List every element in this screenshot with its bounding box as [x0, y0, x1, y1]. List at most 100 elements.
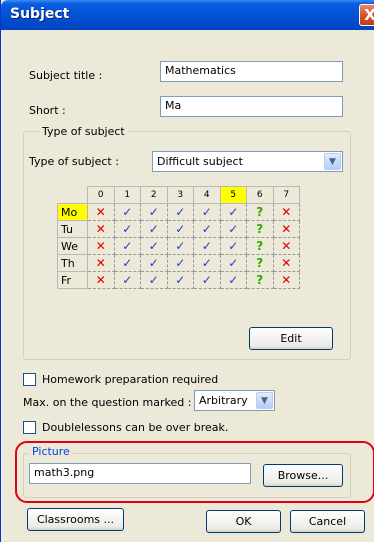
timetable-cell[interactable]: ✓: [140, 203, 168, 221]
cross-icon: ✕: [95, 222, 106, 236]
picture-filename-input[interactable]: math3.png: [29, 463, 251, 484]
check-icon: ✓: [228, 205, 239, 219]
timetable-cell[interactable]: ✓: [140, 220, 168, 238]
timetable-cell[interactable]: ✓: [166, 203, 194, 221]
timetable-cell[interactable]: ✓: [193, 271, 221, 289]
doublelessons-checkbox[interactable]: [23, 421, 36, 434]
homework-label: Homework preparation required: [42, 373, 219, 386]
short-input[interactable]: Ma: [160, 96, 343, 117]
timetable-cell[interactable]: ✓: [140, 254, 168, 272]
check-icon: ✓: [148, 222, 159, 236]
check-icon: ✓: [122, 256, 133, 270]
subject-title-input[interactable]: Mathematics: [160, 61, 343, 82]
timetable-cell[interactable]: ✓: [166, 254, 194, 272]
timetable-cell[interactable]: ✕: [87, 203, 115, 221]
check-icon: ✓: [148, 273, 159, 287]
cross-icon: ✕: [95, 273, 106, 287]
type-of-subject-select[interactable]: Difficult subject ▼: [152, 151, 343, 172]
timetable-cell[interactable]: ?: [246, 220, 274, 238]
homework-checkbox[interactable]: [23, 373, 36, 386]
timetable-cell[interactable]: ✓: [219, 203, 247, 221]
timetable-cell[interactable]: ✓: [140, 237, 168, 255]
check-icon: ✓: [201, 273, 212, 287]
timetable-cell[interactable]: ✓: [219, 220, 247, 238]
timetable-cell[interactable]: ✓: [193, 203, 221, 221]
check-icon: ✓: [201, 256, 212, 270]
period-header: 1: [113, 186, 141, 204]
type-of-subject-value: Difficult subject: [157, 155, 243, 168]
cross-icon: ✕: [281, 239, 292, 253]
timetable-cell[interactable]: ✓: [193, 254, 221, 272]
timetable-cell[interactable]: ✓: [113, 203, 141, 221]
grid-corner: [58, 187, 88, 204]
check-icon: ✓: [148, 256, 159, 270]
timetable-cell[interactable]: ✓: [166, 237, 194, 255]
period-header: 3: [166, 186, 194, 204]
timetable-cell[interactable]: ✓: [219, 271, 247, 289]
check-icon: ✓: [122, 222, 133, 236]
timetable-grid: 0 1 2 3 4 5 6 7 Mo ✕ ✓ ✓ ✓ ✓ ✓? ✕ Tu ✕ ✓ ✓ ✓ ✓ ✓? ✕ We ✕ ✓ ✓ ✓ ✓ ✓? ✕ Th…: [57, 186, 300, 289]
timetable-cell[interactable]: ✓: [140, 271, 168, 289]
day-label: Mo: [57, 203, 88, 221]
close-button[interactable]: X: [359, 4, 374, 26]
timetable-cell[interactable]: ✓: [166, 271, 194, 289]
cancel-button[interactable]: Cancel: [290, 510, 365, 533]
edit-button[interactable]: Edit: [249, 327, 333, 350]
timetable-cell[interactable]: ✓: [219, 237, 247, 255]
timetable-cell[interactable]: ✓: [193, 237, 221, 255]
subject-title-label: Subject title :: [29, 69, 103, 82]
timetable-cell[interactable]: ?: [246, 203, 274, 221]
timetable-cell[interactable]: ✓: [113, 271, 141, 289]
browse-button[interactable]: Browse...: [263, 464, 343, 487]
timetable-cell[interactable]: ✕: [87, 254, 115, 272]
title-bar[interactable]: Subject X: [1, 0, 374, 30]
question-icon: ?: [256, 205, 264, 219]
cross-icon: ✕: [281, 222, 292, 236]
timetable-cell[interactable]: ✕: [272, 271, 300, 289]
timetable-cell[interactable]: ?: [246, 254, 274, 272]
short-label: Short :: [29, 104, 66, 117]
check-icon: ✓: [201, 239, 212, 253]
classrooms-button[interactable]: Classrooms ...: [27, 508, 124, 531]
timetable-cell[interactable]: ✕: [87, 220, 115, 238]
day-label: Tu: [57, 220, 88, 238]
timetable-cell[interactable]: ✓: [113, 220, 141, 238]
cross-icon: ✕: [95, 239, 106, 253]
timetable-cell[interactable]: ✕: [272, 254, 300, 272]
timetable-cell[interactable]: ✕: [87, 271, 115, 289]
doublelessons-label: Doublelessons can be over break.: [42, 421, 229, 434]
check-icon: ✓: [201, 222, 212, 236]
cross-icon: ✕: [281, 273, 292, 287]
check-icon: ✓: [148, 205, 159, 219]
cross-icon: ✕: [95, 256, 106, 270]
ok-button[interactable]: OK: [206, 510, 281, 533]
day-label: We: [57, 237, 88, 255]
timetable-cell[interactable]: ✓: [193, 220, 221, 238]
timetable-cell[interactable]: ✕: [87, 237, 115, 255]
timetable-cell[interactable]: ✕: [272, 237, 300, 255]
timetable-cell[interactable]: ?: [246, 237, 274, 255]
period-header: 5: [219, 186, 247, 204]
timetable-cell[interactable]: ✓: [113, 237, 141, 255]
cross-icon: ✕: [281, 205, 292, 219]
timetable-cell[interactable]: ✕: [272, 203, 300, 221]
check-icon: ✓: [175, 205, 186, 219]
timetable-cell[interactable]: ✕: [272, 220, 300, 238]
timetable-cell[interactable]: ✓: [166, 220, 194, 238]
max-question-label: Max. on the question marked :: [23, 396, 192, 409]
chevron-down-icon[interactable]: ▼: [256, 392, 273, 409]
check-icon: ✓: [175, 239, 186, 253]
check-icon: ✓: [148, 239, 159, 253]
timetable-cell[interactable]: ?: [246, 271, 274, 289]
chevron-down-icon[interactable]: ▼: [324, 153, 341, 170]
check-icon: ✓: [228, 256, 239, 270]
period-header: 4: [193, 186, 221, 204]
max-question-select[interactable]: Arbitrary ▼: [194, 390, 275, 411]
max-question-value: Arbitrary: [199, 394, 248, 407]
question-icon: ?: [256, 239, 264, 253]
window-title: Subject: [10, 6, 70, 22]
timetable-cell[interactable]: ✓: [113, 254, 141, 272]
cross-icon: ✕: [281, 256, 292, 270]
check-icon: ✓: [228, 222, 239, 236]
timetable-cell[interactable]: ✓: [219, 254, 247, 272]
